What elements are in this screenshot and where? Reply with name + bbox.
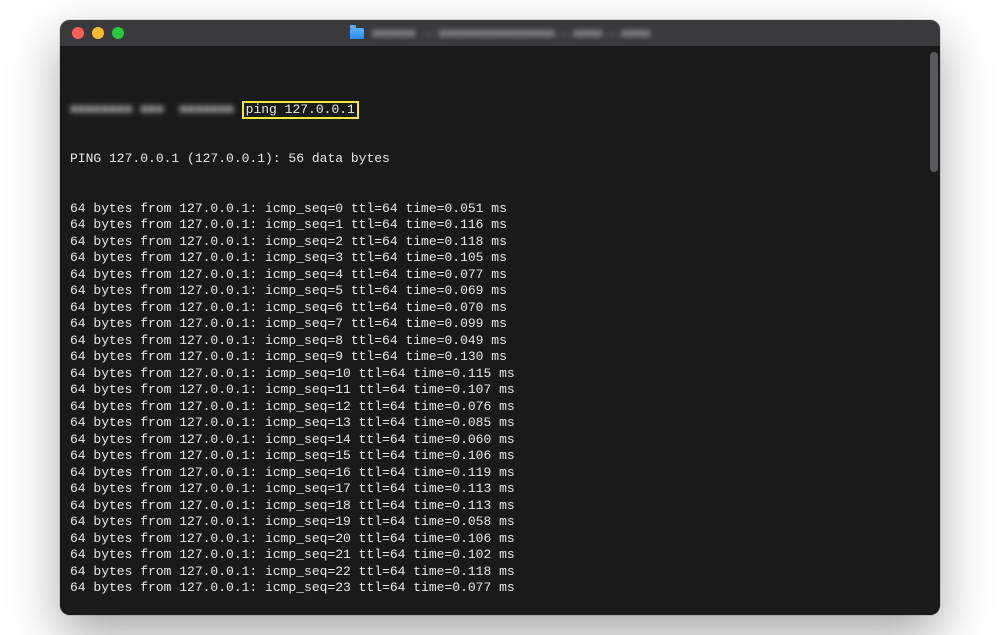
ping-reply: 64 bytes from 127.0.0.1: icmp_seq=8 ttl=… [70, 333, 930, 350]
ping-replies: 64 bytes from 127.0.0.1: icmp_seq=0 ttl=… [70, 201, 930, 597]
ping-reply: 64 bytes from 127.0.0.1: icmp_seq=19 ttl… [70, 514, 930, 531]
ping-reply: 64 bytes from 127.0.0.1: icmp_seq=20 ttl… [70, 531, 930, 548]
ping-reply: 64 bytes from 127.0.0.1: icmp_seq=9 ttl=… [70, 349, 930, 366]
title-text-right: — ■■■■■■■■■■■■■■■■ — ■■■■ — ■■■■ [423, 26, 650, 40]
window-title: ■■■■■■ — ■■■■■■■■■■■■■■■■ — ■■■■ — ■■■■ [350, 26, 650, 40]
ping-reply: 64 bytes from 127.0.0.1: icmp_seq=21 ttl… [70, 547, 930, 564]
ping-reply: 64 bytes from 127.0.0.1: icmp_seq=1 ttl=… [70, 217, 930, 234]
ping-reply: 64 bytes from 127.0.0.1: icmp_seq=15 ttl… [70, 448, 930, 465]
ping-reply: 64 bytes from 127.0.0.1: icmp_seq=5 ttl=… [70, 283, 930, 300]
traffic-lights [72, 27, 124, 39]
ping-reply: 64 bytes from 127.0.0.1: icmp_seq=11 ttl… [70, 382, 930, 399]
ping-reply: 64 bytes from 127.0.0.1: icmp_seq=18 ttl… [70, 498, 930, 515]
ping-reply: 64 bytes from 127.0.0.1: icmp_seq=10 ttl… [70, 366, 930, 383]
ping-reply: 64 bytes from 127.0.0.1: icmp_seq=2 ttl=… [70, 234, 930, 251]
terminal-body[interactable]: ■■■■■■■■ ■■■ ■■■■■■■ ping 127.0.0.1 PING… [60, 46, 940, 615]
ping-reply: 64 bytes from 127.0.0.1: icmp_seq=3 ttl=… [70, 250, 930, 267]
ping-reply: 64 bytes from 127.0.0.1: icmp_seq=12 ttl… [70, 399, 930, 416]
ping-reply: 64 bytes from 127.0.0.1: icmp_seq=16 ttl… [70, 465, 930, 482]
folder-icon [350, 28, 364, 39]
close-button[interactable] [72, 27, 84, 39]
ping-reply: 64 bytes from 127.0.0.1: icmp_seq=6 ttl=… [70, 300, 930, 317]
titlebar[interactable]: ■■■■■■ — ■■■■■■■■■■■■■■■■ — ■■■■ — ■■■■ [60, 20, 940, 46]
ping-reply: 64 bytes from 127.0.0.1: icmp_seq=22 ttl… [70, 564, 930, 581]
prompt-line: ■■■■■■■■ ■■■ ■■■■■■■ ping 127.0.0.1 [70, 102, 930, 119]
ping-reply: 64 bytes from 127.0.0.1: icmp_seq=23 ttl… [70, 580, 930, 597]
scrollbar-thumb[interactable] [930, 52, 938, 172]
ping-reply: 64 bytes from 127.0.0.1: icmp_seq=7 ttl=… [70, 316, 930, 333]
title-text-left: ■■■■■■ [372, 26, 416, 40]
command-highlight: ping 127.0.0.1 [242, 101, 359, 119]
minimize-button[interactable] [92, 27, 104, 39]
ping-reply: 64 bytes from 127.0.0.1: icmp_seq=17 ttl… [70, 481, 930, 498]
terminal-window: ■■■■■■ — ■■■■■■■■■■■■■■■■ — ■■■■ — ■■■■ … [60, 20, 940, 615]
ping-reply: 64 bytes from 127.0.0.1: icmp_seq=13 ttl… [70, 415, 930, 432]
maximize-button[interactable] [112, 27, 124, 39]
ping-reply: 64 bytes from 127.0.0.1: icmp_seq=14 ttl… [70, 432, 930, 449]
ping-reply: 64 bytes from 127.0.0.1: icmp_seq=4 ttl=… [70, 267, 930, 284]
prompt-prefix: ■■■■■■■■ ■■■ ■■■■■■■ [70, 102, 242, 119]
ping-reply: 64 bytes from 127.0.0.1: icmp_seq=0 ttl=… [70, 201, 930, 218]
ping-header: PING 127.0.0.1 (127.0.0.1): 56 data byte… [70, 151, 930, 168]
